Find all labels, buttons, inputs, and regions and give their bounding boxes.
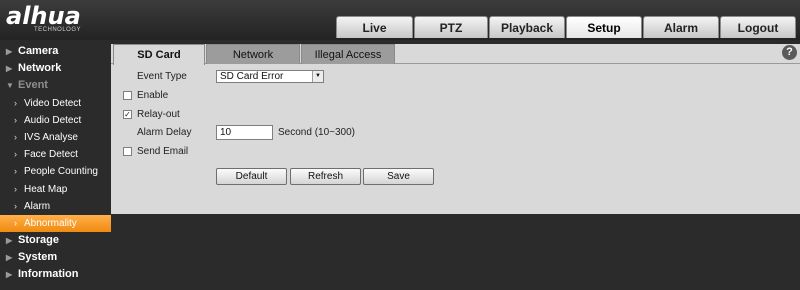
event-type-select[interactable]: SD Card Error ▼ [216,70,324,83]
collapsed-icon: ▶ [6,47,13,56]
tab-alarm[interactable]: Alarm [643,16,719,38]
sidebar-item-label: Audio Detect [24,114,82,126]
sidebar-item-camera[interactable]: ▶ Camera [0,43,111,60]
chevron-down-icon: ▼ [312,71,323,82]
subtab-sd-card[interactable]: SD Card [113,44,205,65]
alarm-delay-unit: Second (10~300) [278,127,356,138]
sidebar-item-label: System [18,251,58,264]
sidebar-item-label: Alarm [24,200,51,212]
relay-out-checkbox[interactable]: ✓ [123,110,132,119]
sidebar-item-system[interactable]: ▶ System [0,249,111,266]
alarm-delay-label: Alarm Delay [137,127,192,138]
chevron-right-icon: › [14,217,17,228]
sidebar-item-label: People Counting [24,166,98,178]
content-panel: SD Card Network Illegal Access ? Event T… [111,44,800,214]
subtab-illegal-access[interactable]: Illegal Access [301,44,395,64]
collapsed-icon: ▶ [6,64,13,74]
sidebar-item-label: Storage [18,234,59,247]
sidebar-item-video-detect[interactable]: › Video Detect [0,95,111,112]
chevron-right-icon: › [14,114,17,125]
header: alhua TECHNOLOGY Live PTZ Playback Setup… [0,0,800,40]
tab-logout[interactable]: Logout [720,16,796,38]
tab-ptz[interactable]: PTZ [414,16,488,38]
sidebar-item-label: Video Detect [24,97,82,109]
save-button[interactable]: Save [363,168,434,185]
sidebar-item-label: Face Detect [24,149,78,161]
brand-logo: alhua [6,2,81,30]
sidebar-item-alarm[interactable]: › Alarm [0,198,111,215]
chevron-right-icon: › [14,166,17,177]
sidebar-item-ivs-analyse[interactable]: › IVS Analyse [0,129,111,146]
chevron-right-icon: › [14,200,17,211]
sidebar-item-label: Heat Map [24,183,68,195]
sidebar-item-label: Abnormality [24,217,77,229]
subtab-network[interactable]: Network [206,44,300,64]
expanded-icon: ▼ [6,81,14,91]
chevron-right-icon: › [14,183,17,194]
sidebar-item-label: Event [18,79,48,92]
sidebar-item-label: IVS Analyse [24,131,78,143]
sidebar-item-label: Camera [18,45,59,57]
alarm-delay-input[interactable]: 10 [216,125,273,140]
enable-label: Enable [137,90,169,101]
sidebar-item-abnormality[interactable]: › Abnormality [0,214,111,233]
event-type-value: SD Card Error [220,71,284,82]
sidebar-item-event[interactable]: ▼ Event [0,77,111,94]
sidebar: ▶ Camera ▶ Network ▼ Event › Video Detec… [0,43,111,284]
chevron-right-icon: › [14,97,17,108]
sidebar-item-label: Information [18,268,79,281]
send-email-checkbox[interactable] [123,147,132,156]
collapsed-icon: ▶ [6,253,13,263]
sidebar-item-network[interactable]: ▶ Network [0,60,111,77]
chevron-right-icon: › [14,149,17,160]
event-type-label: Event Type [137,71,187,82]
collapsed-icon: ▶ [6,270,13,280]
brand-logo-sub: TECHNOLOGY [34,27,82,33]
help-icon[interactable]: ? [782,45,797,60]
sidebar-item-information[interactable]: ▶ Information [0,266,111,283]
chevron-right-icon: › [14,131,17,142]
collapsed-icon: ▶ [6,236,13,246]
tab-setup[interactable]: Setup [566,16,642,38]
refresh-button[interactable]: Refresh [290,168,361,185]
tab-live[interactable]: Live [336,16,413,38]
default-button[interactable]: Default [216,168,287,185]
tab-playback[interactable]: Playback [489,16,565,38]
check-icon: ✓ [124,110,131,119]
sidebar-item-face-detect[interactable]: › Face Detect [0,146,111,163]
sub-tab-bar: SD Card Network Illegal Access [111,44,800,65]
sidebar-item-label: Network [18,62,62,75]
sidebar-item-storage[interactable]: ▶ Storage [0,232,111,249]
send-email-label: Send Email [137,146,189,157]
sidebar-item-audio-detect[interactable]: › Audio Detect [0,112,111,129]
enable-checkbox[interactable] [123,91,132,100]
relay-out-label: Relay-out [137,109,180,120]
sidebar-item-people-counting[interactable]: › People Counting [0,163,111,180]
sidebar-item-heat-map[interactable]: › Heat Map [0,181,111,198]
top-nav: Live PTZ Playback Setup Alarm Logout [336,16,797,38]
